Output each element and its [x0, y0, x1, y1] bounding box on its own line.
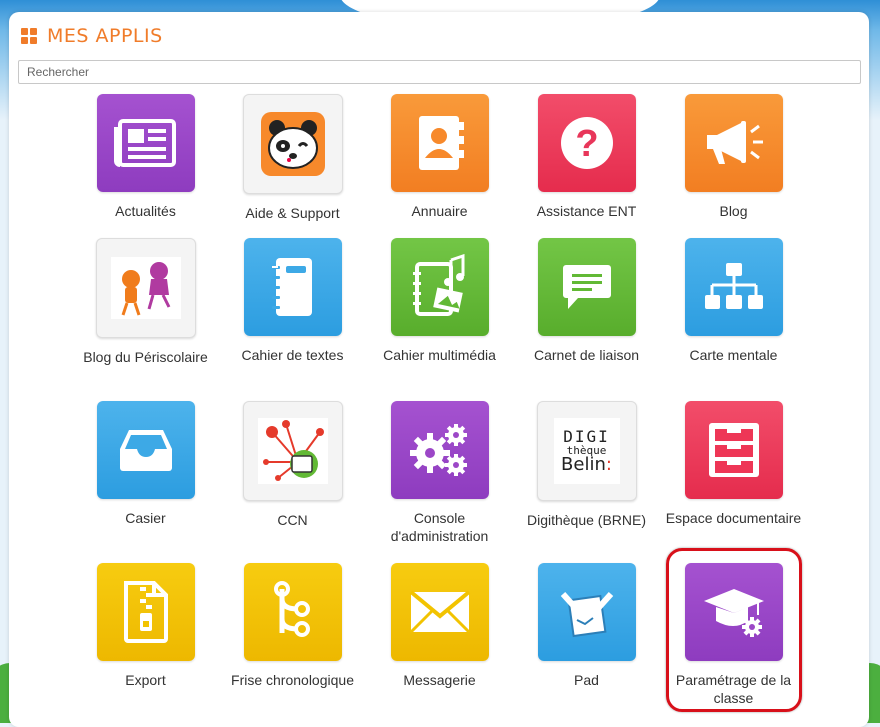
app-label: Cahier de textes	[241, 347, 344, 363]
apps-grid-icon	[21, 28, 37, 44]
inbox-tray-icon	[96, 401, 195, 499]
question-icon: ?	[537, 94, 636, 192]
app-carnet-de-liaison[interactable]: Carnet de liaison	[513, 238, 660, 364]
app-label: CCN	[277, 512, 308, 528]
newspaper-icon	[96, 94, 195, 192]
app-actualites[interactable]: Actualités	[72, 94, 219, 220]
app-frise-chronologique[interactable]: Frise chronologique	[219, 563, 366, 689]
panel-header: MES APPLIS	[21, 24, 163, 48]
network-icon	[242, 401, 343, 501]
app-label: Digithèque (BRNE)	[526, 512, 647, 528]
app-label: Cahier multimédia	[383, 347, 496, 363]
app-label: Export	[125, 672, 166, 688]
app-carte-mentale[interactable]: Carte mentale	[660, 238, 807, 364]
digitheque-logo: DIGI thèque Belin:	[536, 401, 637, 501]
app-digitheque[interactable]: DIGI thèque Belin: Digithèque (BRNE)	[513, 401, 660, 529]
app-label: Pad	[574, 672, 599, 688]
app-label: Carte mentale	[689, 347, 778, 363]
app-label: Casier	[125, 510, 166, 526]
pad-icon	[537, 563, 636, 661]
app-annuaire[interactable]: Annuaire	[366, 94, 513, 220]
megaphone-icon	[684, 94, 783, 192]
drawers-icon	[684, 401, 783, 499]
app-pad[interactable]: Pad	[513, 563, 660, 689]
app-cahier-de-textes[interactable]: Cahier de textes	[219, 238, 366, 364]
app-console-administration[interactable]: Console d'administration	[366, 401, 513, 545]
app-assistance-ent[interactable]: ? Assistance ENT	[513, 94, 660, 220]
app-ccn[interactable]: CCN	[219, 401, 366, 529]
app-aide-support[interactable]: Aide & Support	[219, 94, 366, 222]
logo-line3: Belin:	[561, 453, 612, 475]
app-label: Aide & Support	[245, 205, 340, 221]
gears-icon	[390, 401, 489, 499]
app-blog[interactable]: Blog	[660, 94, 807, 220]
app-label: Console d'administration	[390, 510, 489, 544]
timeline-icon	[243, 563, 342, 661]
app-cahier-multimedia[interactable]: Cahier multimédia	[366, 238, 513, 364]
notebook-icon	[243, 238, 342, 336]
multimedia-notebook-icon	[390, 238, 489, 336]
app-blog-periscolaire[interactable]: Blog du Périscolaire	[72, 238, 219, 366]
zip-file-icon	[96, 563, 195, 661]
panda-icon	[242, 94, 343, 194]
app-label: Actualités	[115, 203, 176, 219]
app-export[interactable]: Export	[72, 563, 219, 689]
envelope-icon	[390, 563, 489, 661]
search-input[interactable]	[18, 60, 861, 84]
app-messagerie[interactable]: Messagerie	[366, 563, 513, 689]
app-label: Espace documentaire	[665, 510, 802, 526]
app-label: Frise chronologique	[231, 672, 354, 688]
sitemap-icon	[684, 238, 783, 336]
children-icon	[95, 238, 196, 338]
app-label: Annuaire	[411, 203, 468, 219]
app-casier[interactable]: Casier	[72, 401, 219, 527]
app-label: Blog	[719, 203, 748, 219]
svg-text:?: ?	[575, 123, 598, 165]
app-label: Messagerie	[403, 672, 476, 688]
highlight-box	[666, 548, 802, 712]
logo-line1: DIGI	[563, 426, 610, 446]
app-espace-documentaire[interactable]: Espace documentaire	[660, 401, 807, 527]
speech-bubble-icon	[537, 238, 636, 336]
page-title: MES APPLIS	[47, 25, 163, 47]
app-label: Blog du Périscolaire	[83, 349, 208, 365]
app-label: Assistance ENT	[536, 203, 637, 219]
contact-book-icon	[390, 94, 489, 192]
app-label: Carnet de liaison	[533, 347, 640, 363]
